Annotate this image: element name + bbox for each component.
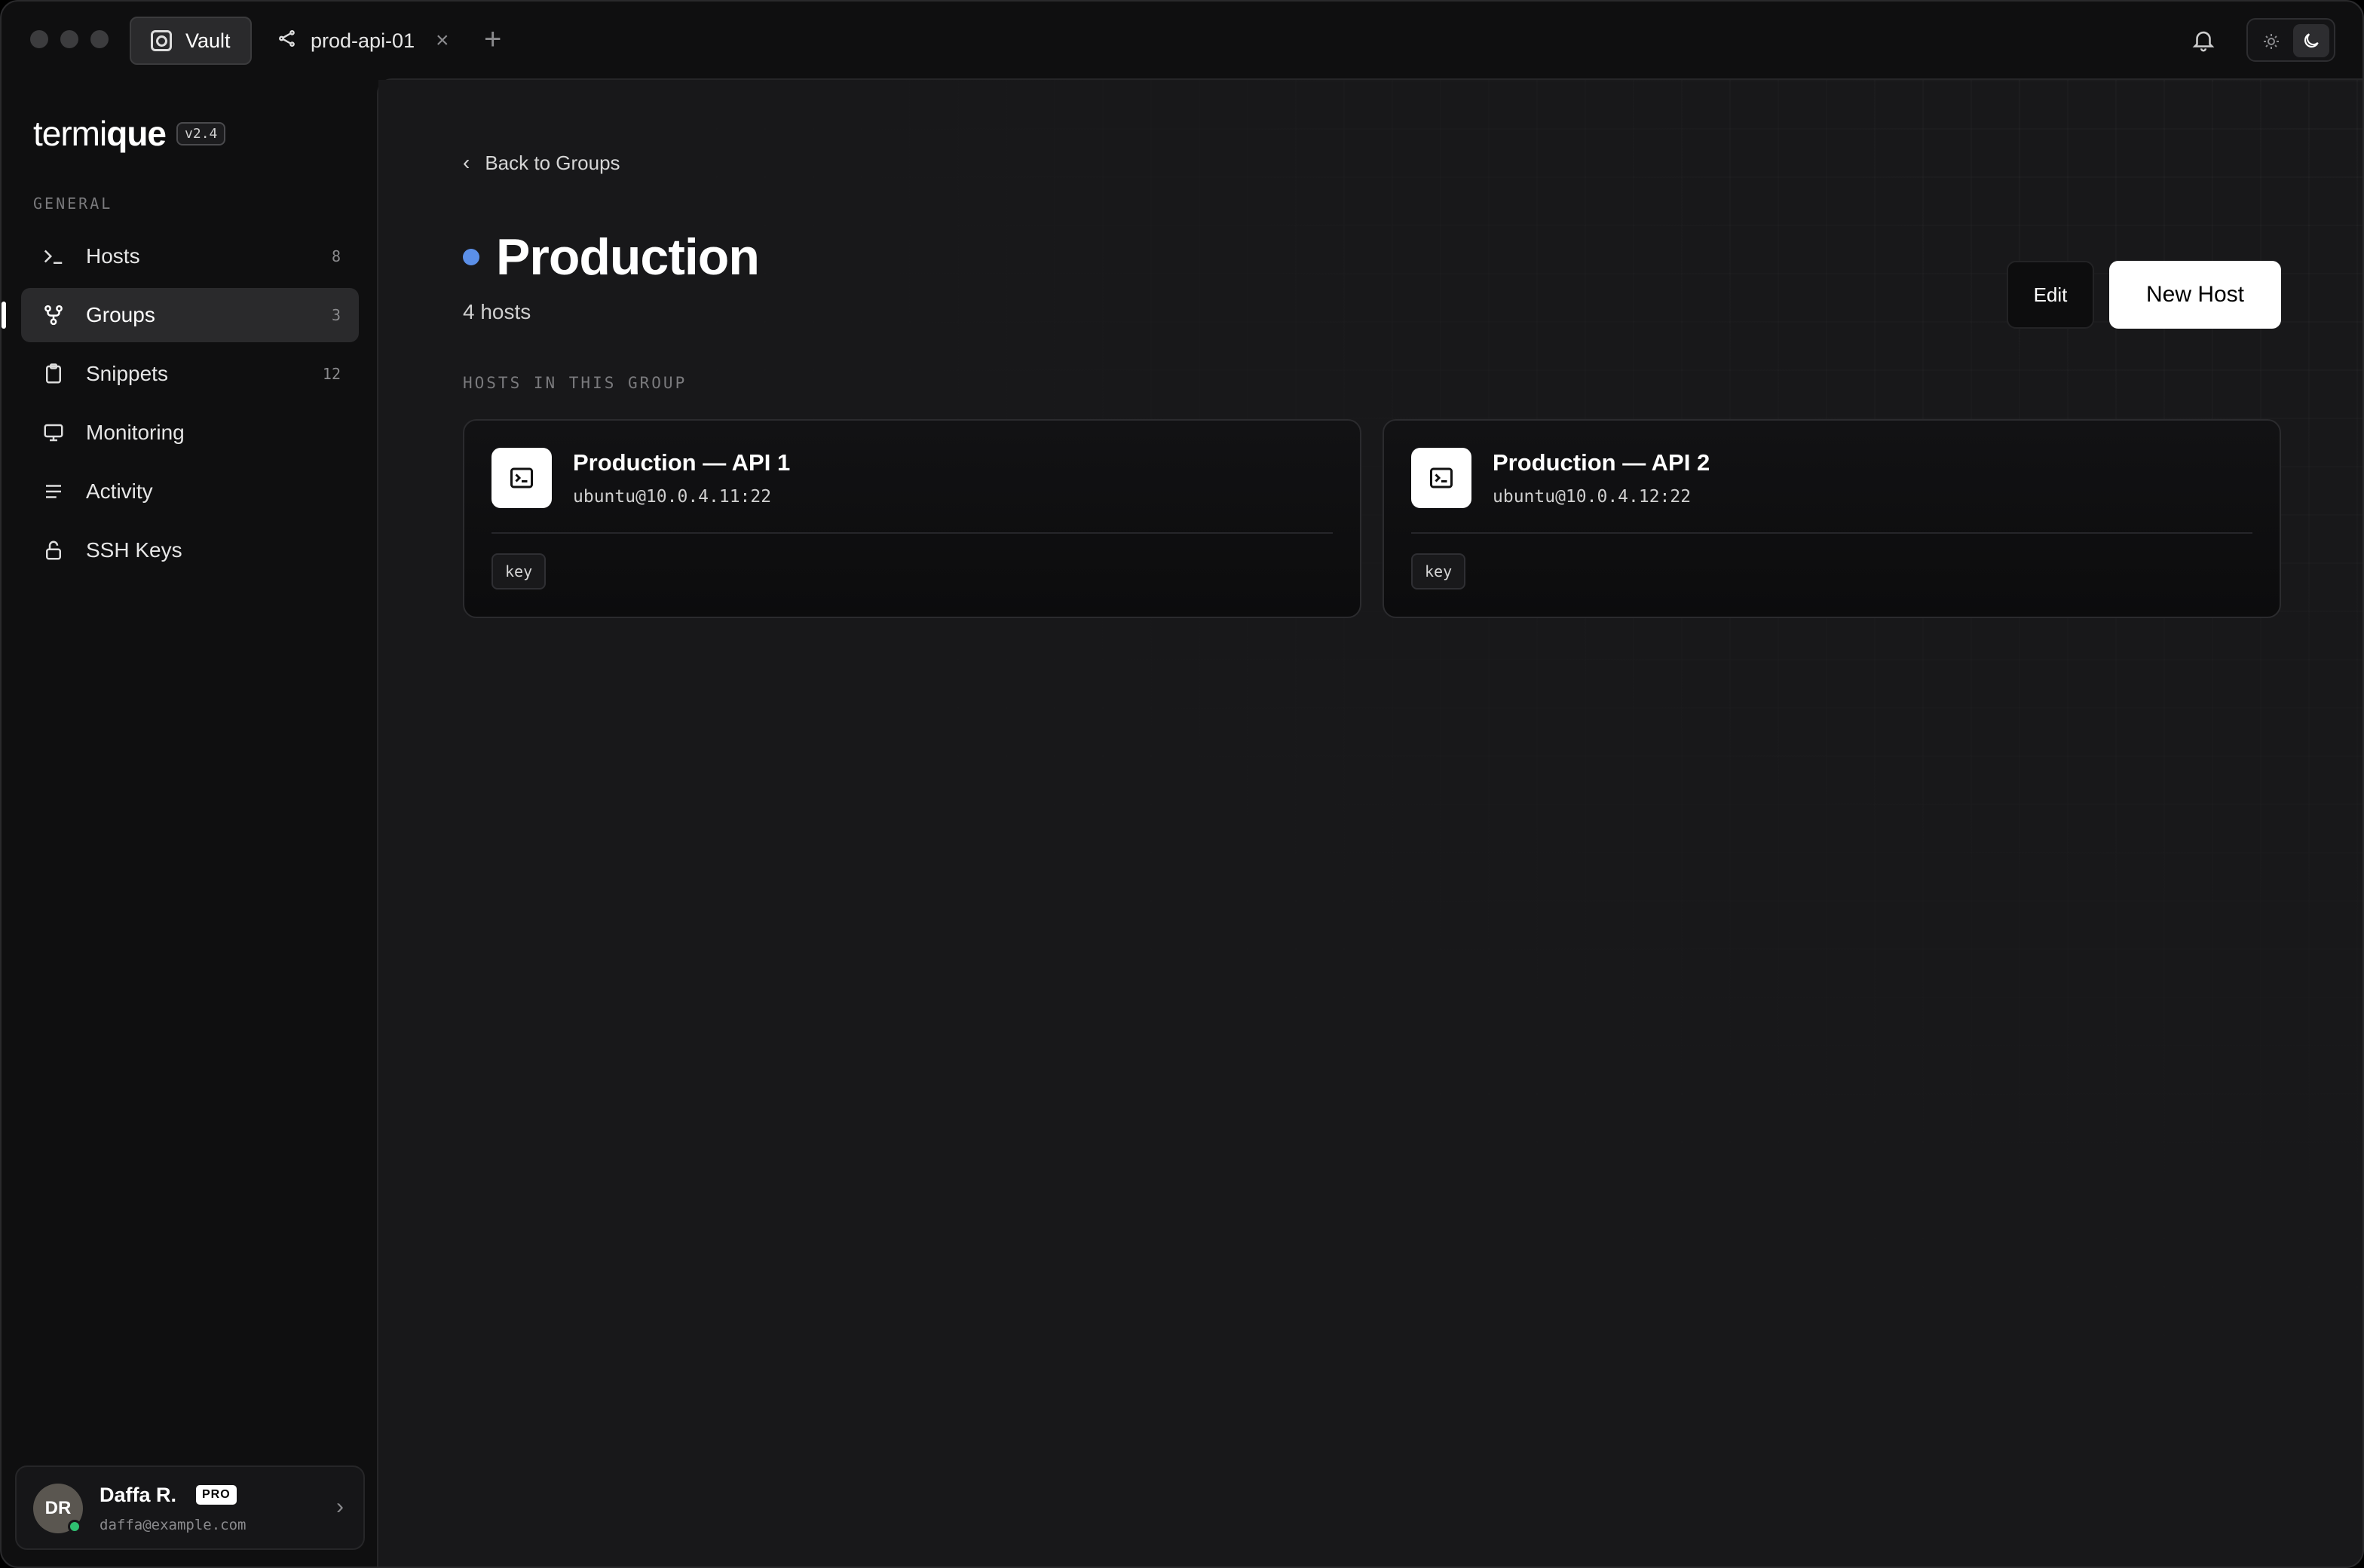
page-title: Production — [496, 228, 760, 286]
sidebar-item-label: Activity — [86, 479, 153, 503]
section-label: HOSTS IN THIS GROUP — [463, 374, 687, 392]
version-badge: v2.4 — [176, 121, 226, 145]
sidebar: termique v2.4 GENERAL Hosts 8 Groups 3 S… — [2, 78, 377, 1566]
auth-tag: key — [1411, 553, 1466, 590]
brand-logo: termique — [33, 114, 167, 153]
sidebar-item-label: SSH Keys — [86, 538, 182, 562]
close-tab-icon[interactable]: × — [436, 26, 449, 56]
main-content: ‹ Back to Groups Production 4 hosts Edit… — [377, 78, 2362, 1566]
sidebar-item-groups[interactable]: Groups 3 — [2, 288, 359, 342]
add-tab-icon[interactable]: + — [484, 23, 501, 56]
monitor-icon — [41, 420, 66, 446]
clipboard-icon — [41, 361, 66, 387]
vault-icon — [151, 30, 172, 51]
sidebar-item-monitoring[interactable]: Monitoring — [21, 406, 359, 460]
groups-icon — [41, 302, 66, 328]
chevron-left-icon: ‹ — [463, 151, 470, 174]
card-divider — [491, 532, 1333, 534]
sidebar-item-hosts[interactable]: Hosts 8 — [21, 229, 359, 283]
app-window: Vault prod-api-01 × + termique v2.4 GENE… — [0, 0, 2364, 1568]
moon-icon[interactable] — [2293, 24, 2329, 57]
host-count: 4 hosts — [463, 300, 531, 323]
sidebar-item-snippets[interactable]: Snippets 12 — [21, 347, 359, 401]
user-profile-card[interactable]: DR Daffa R. PRO daffa@example.com › — [15, 1465, 365, 1550]
theme-toggle[interactable] — [2246, 18, 2335, 62]
sidebar-item-activity[interactable]: Activity — [21, 464, 359, 519]
sidebar-item-label: Hosts — [86, 244, 140, 268]
sidebar-item-count: 3 — [331, 306, 341, 324]
new-host-button[interactable]: New Host — [2109, 261, 2281, 329]
lock-icon — [41, 537, 66, 563]
sun-icon[interactable] — [2257, 27, 2286, 56]
maximize-window-button[interactable] — [90, 30, 109, 48]
lines-icon — [41, 479, 66, 504]
tab-host-label: prod-api-01 — [311, 29, 415, 52]
host-name: Production — API 1 — [573, 449, 791, 476]
sidebar-item-label: Monitoring — [86, 421, 185, 444]
title-bar: Vault prod-api-01 × + — [2, 2, 2362, 78]
host-cards: Production — API 1 ubuntu@10.0.4.11:22 k… — [463, 419, 2281, 618]
host-address: ubuntu@10.0.4.11:22 — [573, 487, 772, 507]
sidebar-item-count: 12 — [322, 365, 341, 383]
host-card[interactable]: Production — API 1 ubuntu@10.0.4.11:22 k… — [463, 419, 1361, 618]
host-address: ubuntu@10.0.4.12:22 — [1493, 487, 1692, 507]
window-controls — [30, 30, 109, 48]
terminal-prompt-icon — [41, 243, 66, 269]
host-card[interactable]: Production — API 2 ubuntu@10.0.4.12:22 k… — [1383, 419, 2281, 618]
auth-tag: key — [491, 553, 547, 590]
brand: termique v2.4 — [33, 113, 226, 154]
sidebar-item-label: Snippets — [86, 362, 168, 385]
sidebar-section-label: GENERAL — [33, 194, 113, 213]
back-to-groups-link[interactable]: ‹ Back to Groups — [463, 151, 620, 175]
back-link-label: Back to Groups — [485, 151, 620, 174]
plan-badge: PRO — [196, 1485, 237, 1505]
host-name: Production — API 2 — [1493, 449, 1710, 476]
page-header: Production — [463, 228, 760, 286]
active-indicator — [2, 302, 6, 329]
terminal-icon — [491, 448, 552, 508]
tab-vault[interactable]: Vault — [130, 17, 252, 65]
close-window-button[interactable] — [30, 30, 48, 48]
group-color-dot — [463, 249, 479, 265]
card-divider — [1411, 532, 2252, 534]
sidebar-item-ssh-keys[interactable]: SSH Keys — [21, 523, 359, 577]
share-icon — [277, 29, 297, 54]
bell-icon[interactable] — [2191, 27, 2216, 53]
user-name: Daffa R. — [100, 1484, 177, 1506]
tab-host-session[interactable]: prod-api-01 — [277, 17, 415, 65]
user-email: daffa@example.com — [100, 1517, 247, 1533]
minimize-window-button[interactable] — [60, 30, 78, 48]
sidebar-item-label: Groups — [86, 303, 155, 326]
edit-button[interactable]: Edit — [2007, 261, 2094, 329]
online-status-indicator — [68, 1520, 81, 1533]
terminal-icon — [1411, 448, 1471, 508]
tab-vault-label: Vault — [185, 29, 231, 52]
sidebar-nav: Hosts 8 Groups 3 Snippets 12 Monitoring … — [2, 229, 359, 582]
sidebar-item-count: 8 — [331, 247, 341, 265]
chevron-right-icon[interactable]: › — [336, 1494, 344, 1520]
